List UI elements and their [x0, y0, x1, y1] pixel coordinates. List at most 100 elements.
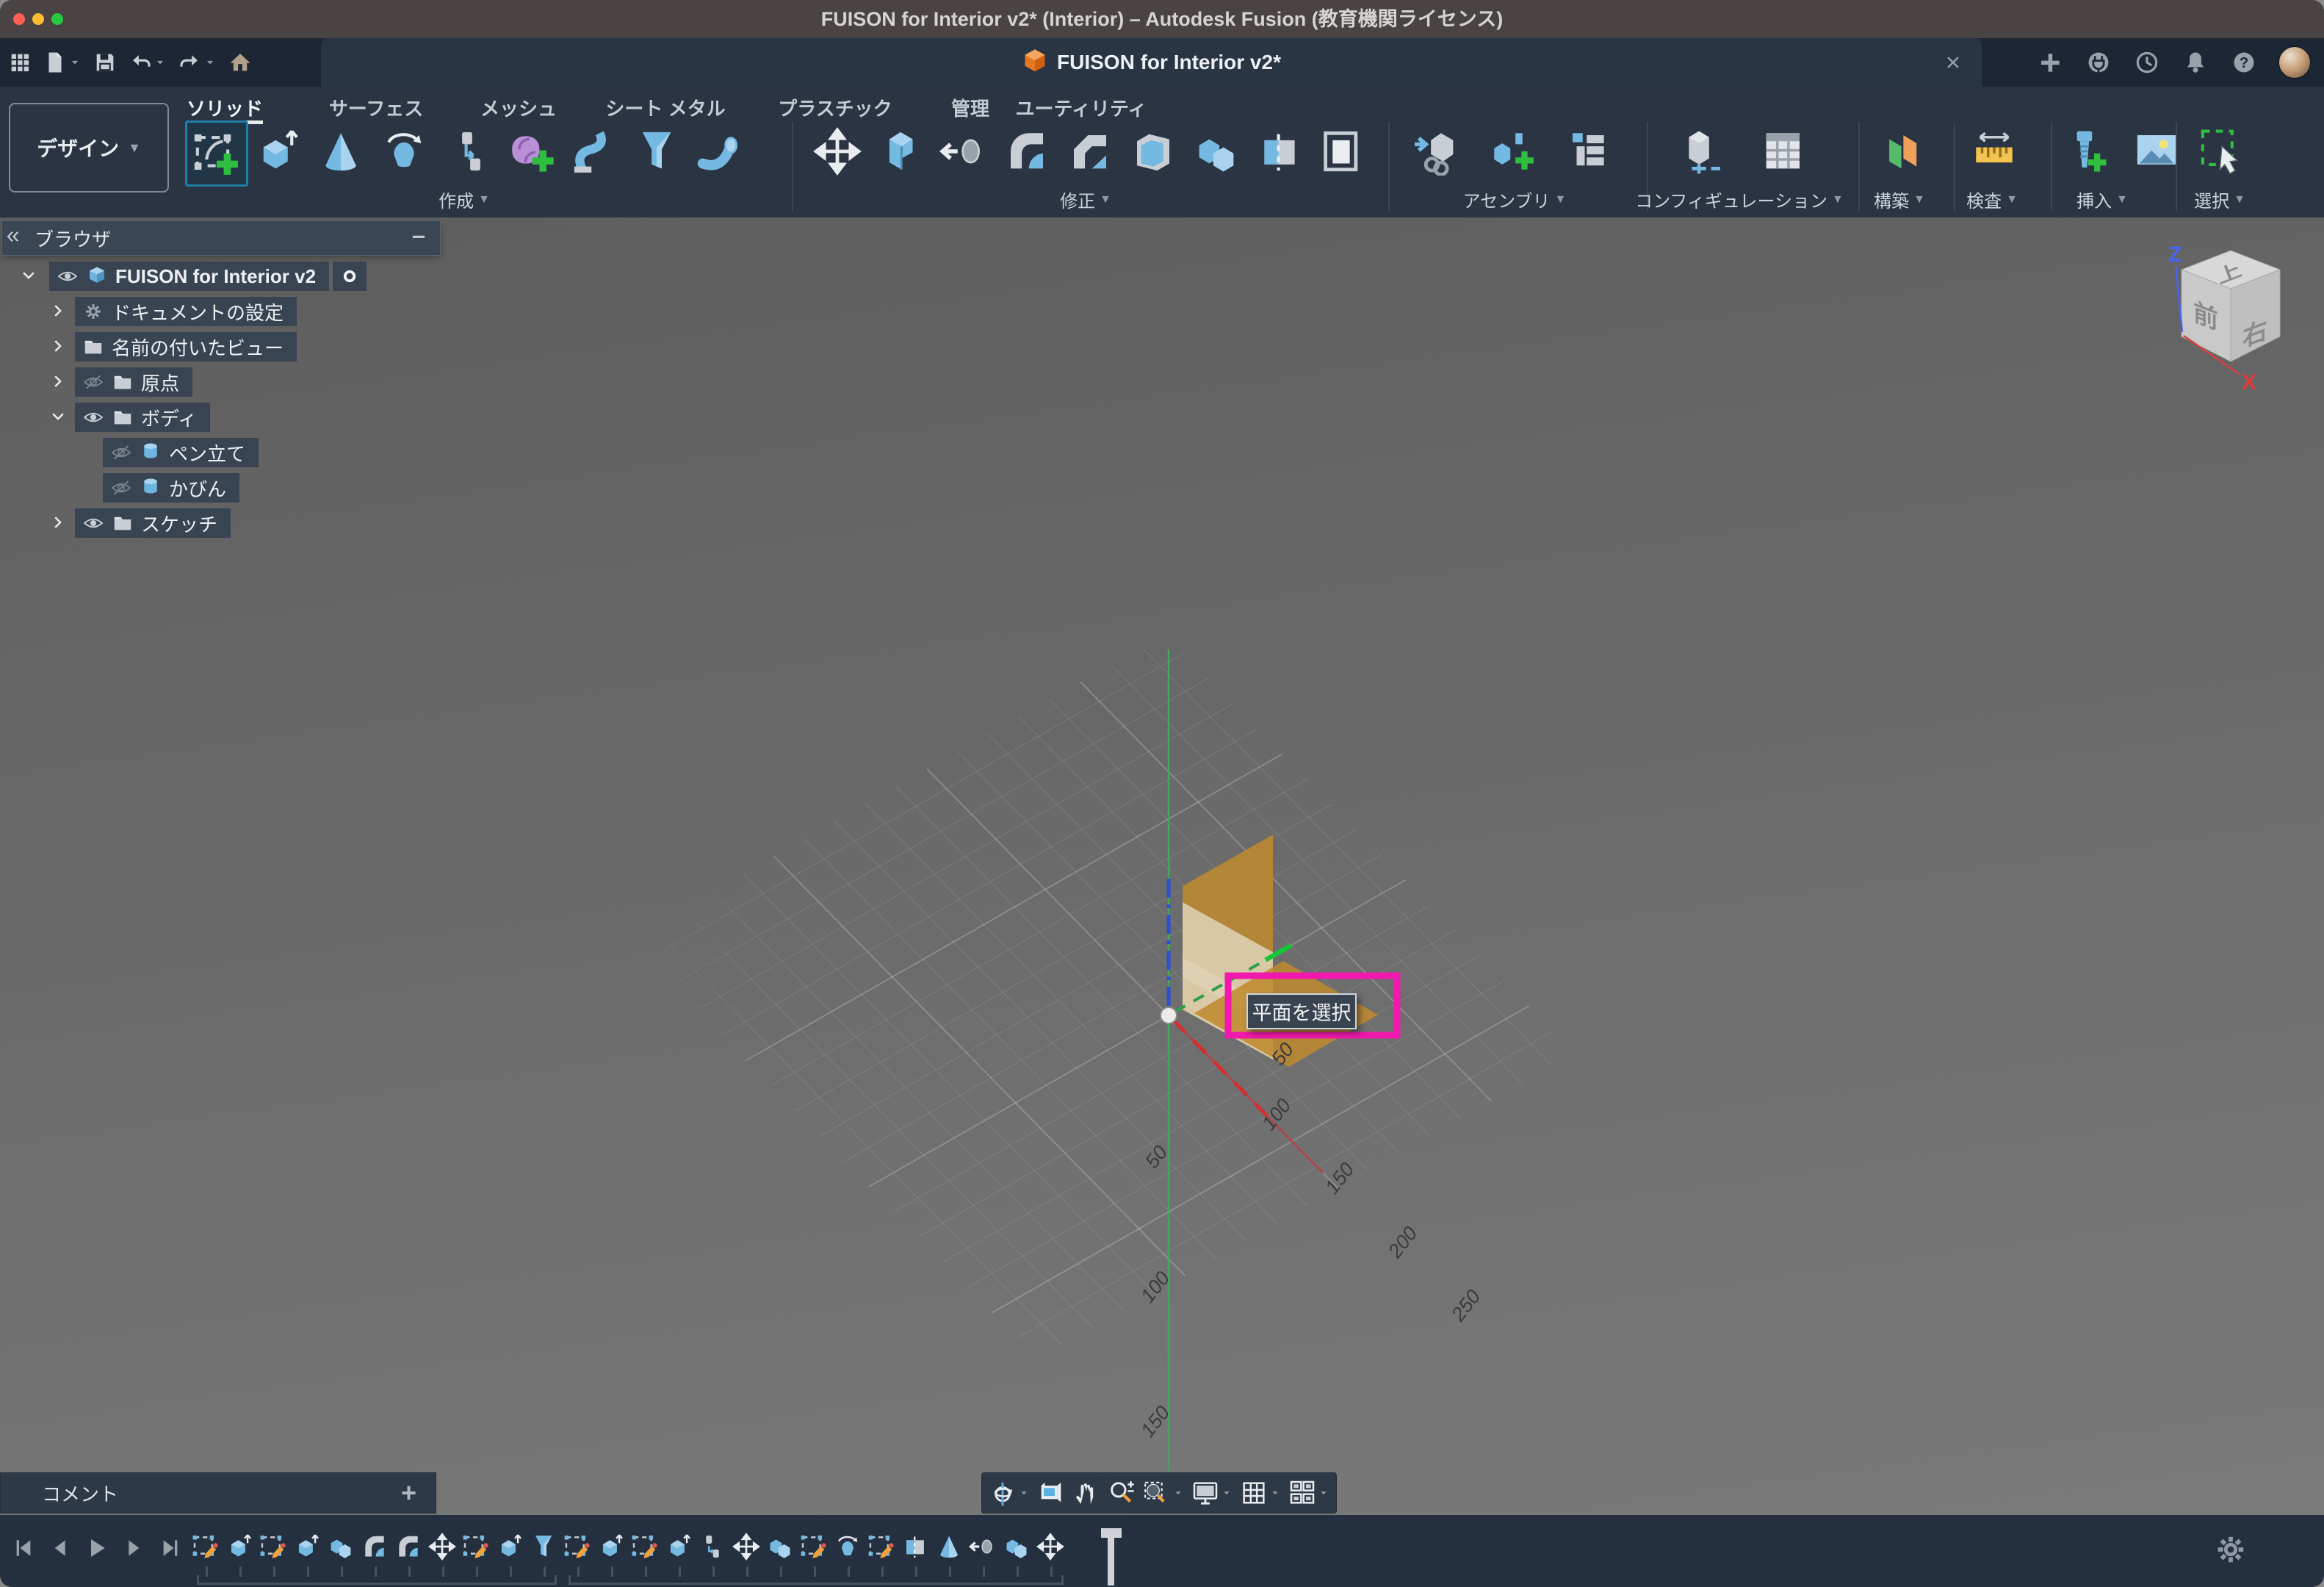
browser-row[interactable]: 原点 [75, 367, 192, 397]
comments-panel[interactable]: コメント + [0, 1472, 436, 1514]
timeline-feature-fillet[interactable] [392, 1530, 425, 1563]
collapse-panel-icon[interactable] [2, 226, 24, 251]
chevron-expanded-icon[interactable] [47, 406, 69, 428]
tool-insert-fastener[interactable] [2057, 120, 2115, 182]
new-tab-button[interactable] [2036, 48, 2064, 76]
timeline-feature-sketch[interactable] [561, 1530, 593, 1563]
tool-offset-face[interactable] [934, 120, 993, 182]
tool-shell[interactable] [1124, 120, 1183, 182]
browser-row[interactable]: ボディ [75, 403, 210, 432]
tool-move-copy[interactable] [808, 120, 867, 182]
tool-joint[interactable] [1483, 120, 1542, 182]
pan-button[interactable] [1072, 1478, 1101, 1508]
display-settings-button[interactable] [1191, 1478, 1233, 1508]
browser-row[interactable]: ドキュメントの設定 [75, 297, 297, 326]
timeline-feature-combine[interactable] [325, 1530, 357, 1563]
chevron-collapsed-icon[interactable] [47, 300, 69, 322]
group-label-6[interactable]: 検査▼ [1966, 187, 2018, 212]
save-button[interactable] [93, 50, 118, 75]
visibility-on-icon[interactable] [57, 265, 79, 287]
timeline-playhead[interactable] [1101, 1528, 1122, 1586]
timeline-feature-extrude[interactable] [595, 1530, 627, 1563]
ribbon-tab-2[interactable]: サーフェス [329, 94, 423, 119]
avatar[interactable] [2278, 46, 2311, 79]
visibility-off-icon[interactable] [110, 442, 132, 464]
viewport-3d[interactable] [0, 217, 2324, 1587]
undo-button[interactable] [128, 50, 167, 75]
go-to-end-button[interactable] [156, 1531, 185, 1565]
play-button[interactable] [82, 1531, 112, 1565]
tool-split-body[interactable] [1250, 120, 1309, 182]
zoom-button[interactable] [1107, 1478, 1136, 1508]
ribbon-tab-6[interactable]: 管理 [951, 94, 989, 119]
timeline-feature-combine[interactable] [1000, 1530, 1033, 1563]
notifications-button[interactable] [2182, 48, 2209, 76]
timeline-feature-move[interactable] [1034, 1530, 1067, 1563]
browser-panel-header[interactable]: ブラウザ [1, 220, 441, 256]
tool-select[interactable] [2193, 120, 2251, 182]
tool-canvas[interactable] [2127, 120, 2186, 182]
close-tab-icon[interactable] [1939, 48, 1967, 76]
timeline-feature-sketch[interactable] [460, 1530, 492, 1563]
browser-row[interactable]: 名前の付いたビュー [75, 332, 297, 361]
window-zoom-button[interactable] [1142, 1478, 1185, 1508]
tool-create-sketch[interactable] [185, 120, 248, 187]
tool-loft[interactable] [627, 120, 686, 182]
timeline-feature-split[interactable] [899, 1530, 931, 1563]
timeline-feature-fillet[interactable] [358, 1530, 391, 1563]
browser-row[interactable]: スケッチ [75, 508, 231, 538]
tool-sweep[interactable] [564, 120, 623, 182]
grid-settings-button[interactable] [1239, 1478, 1282, 1508]
viewports-button[interactable] [1288, 1478, 1330, 1508]
ribbon-tab-5[interactable]: プラスチック [778, 94, 892, 119]
timeline-feature-extrude[interactable] [663, 1530, 695, 1563]
minimize-panel-icon[interactable] [408, 226, 430, 251]
tool-revolve[interactable] [311, 120, 370, 182]
step-back-button[interactable] [46, 1531, 75, 1565]
group-label-5[interactable]: 構築▼ [1874, 187, 1925, 212]
timeline-feature-move[interactable] [730, 1530, 762, 1563]
tool-chamfer[interactable] [1061, 120, 1119, 182]
tool-configure[interactable] [1675, 120, 1733, 182]
browser-row[interactable]: かびん [103, 473, 239, 503]
add-comment-button[interactable]: + [401, 1478, 416, 1508]
group-label-8[interactable]: 選択▼ [2194, 187, 2245, 212]
tool-press-pull[interactable] [871, 120, 930, 182]
timeline-feature-align[interactable] [696, 1530, 729, 1563]
group-label-4[interactable]: コンフィギュレーション▼ [1635, 187, 1844, 212]
timeline-feature-sketch[interactable] [629, 1530, 661, 1563]
look-at-button[interactable] [1036, 1478, 1066, 1508]
timeline-feature-loft[interactable] [527, 1530, 560, 1563]
help-button[interactable]: ? [2230, 48, 2258, 76]
tool-fillet[interactable] [997, 120, 1056, 182]
ribbon-tab-3[interactable]: メッシュ [480, 94, 557, 119]
group-label-3[interactable]: アセンブリ▼ [1463, 187, 1567, 212]
timeline-feature-revolvearc[interactable] [831, 1530, 864, 1563]
timeline-feature-cone[interactable] [933, 1530, 965, 1563]
tool-pipe[interactable] [690, 120, 749, 182]
tool-configuration-table[interactable] [1754, 120, 1813, 182]
tool-extrude[interactable] [248, 120, 307, 182]
timeline-feature-extrude[interactable] [223, 1530, 256, 1563]
tool-as-built-joint[interactable] [1559, 120, 1618, 182]
tool-create-form[interactable] [501, 120, 560, 182]
visibility-off-icon[interactable] [82, 371, 104, 393]
timeline-feature-offset[interactable] [967, 1530, 999, 1563]
chevron-collapsed-icon[interactable] [47, 511, 69, 533]
chevron-expanded-icon[interactable] [18, 264, 40, 287]
tool-combine[interactable] [1187, 120, 1246, 182]
app-grid-button[interactable] [7, 50, 32, 75]
chevron-collapsed-icon[interactable] [47, 335, 69, 357]
tool-new-component[interactable] [1407, 120, 1465, 182]
job-status-button[interactable] [2133, 48, 2161, 76]
timeline-feature-extrude[interactable] [291, 1530, 323, 1563]
timeline-feature-combine[interactable] [764, 1530, 796, 1563]
group-label-7[interactable]: 挿入▼ [2076, 187, 2128, 212]
ribbon-tab-4[interactable]: シート メタル [605, 94, 725, 119]
ribbon-tab-1[interactable]: ソリッド [187, 94, 263, 119]
extensions-button[interactable] [2085, 48, 2112, 76]
browser-row[interactable]: ペン立て [103, 438, 259, 467]
timeline-settings-gear-icon[interactable] [2214, 1533, 2248, 1570]
tool-hole[interactable] [438, 120, 497, 182]
redo-button[interactable] [178, 50, 217, 75]
